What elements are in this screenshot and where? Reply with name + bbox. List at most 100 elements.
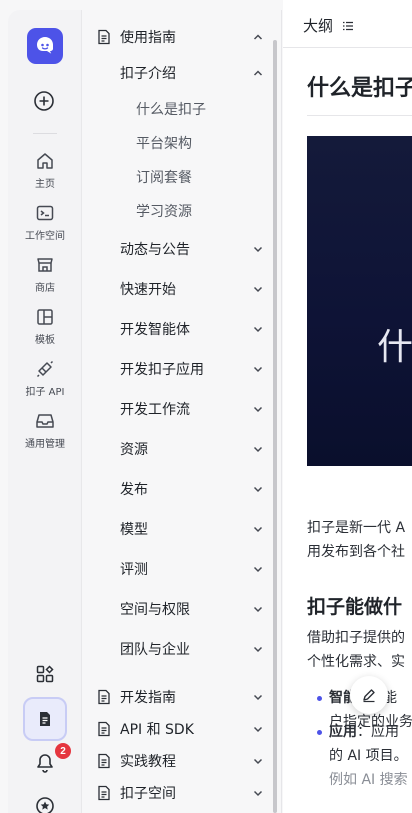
chevron-up-icon bbox=[253, 70, 263, 76]
nav-group-models[interactable]: 模型 bbox=[82, 514, 278, 544]
nav-item-label: 订阅套餐 bbox=[136, 170, 192, 186]
nav-group-intro[interactable]: 扣子介绍 bbox=[82, 58, 278, 88]
nav-item-learning[interactable]: 学习资源 bbox=[82, 196, 278, 226]
nav-item-architecture[interactable]: 平台架构 bbox=[82, 128, 278, 158]
nav-group-label: 评测 bbox=[120, 562, 148, 578]
page-title: 什么是扣子 bbox=[307, 76, 412, 101]
nav-item-label: 学习资源 bbox=[136, 204, 192, 220]
doc-icon bbox=[98, 29, 110, 45]
chevron-up-icon bbox=[253, 34, 263, 40]
section-paragraph-line: 借助扣子提供的 bbox=[307, 630, 405, 646]
section-paragraph-line: 个性化需求、实 bbox=[307, 654, 405, 670]
inbox-icon bbox=[36, 414, 54, 428]
hero-text: 什 bbox=[377, 327, 412, 368]
nav-group-publish[interactable]: 发布 bbox=[82, 474, 278, 504]
rail-label: 商店 bbox=[35, 283, 55, 294]
nav-group-label: 快速开始 bbox=[120, 282, 176, 298]
add-icon[interactable] bbox=[33, 90, 55, 112]
nav-group-teams[interactable]: 团队与企业 bbox=[82, 634, 278, 664]
notification-badge: 2 bbox=[55, 743, 71, 759]
chevron-down-icon bbox=[253, 286, 263, 293]
bullet-item-app: 应用：应用 bbox=[329, 720, 399, 744]
nav-group-permissions[interactable]: 空间与权限 bbox=[82, 594, 278, 624]
chevron-down-icon bbox=[253, 606, 263, 613]
chevron-down-icon bbox=[253, 694, 263, 701]
bullet-line: 的 AI 项目。 bbox=[329, 748, 408, 764]
chevron-down-icon bbox=[253, 726, 263, 733]
nav-group-evaluation[interactable]: 评测 bbox=[82, 554, 278, 584]
outline-toggle[interactable]: 大纲 bbox=[303, 15, 354, 36]
outline-label: 大纲 bbox=[303, 17, 334, 35]
rail-item-settings[interactable]: 通用管理 bbox=[8, 411, 82, 450]
api-icon bbox=[36, 360, 54, 378]
nav-section-label: 开发指南 bbox=[120, 690, 176, 706]
nav-group-workflows[interactable]: 开发工作流 bbox=[82, 394, 278, 424]
nav-group-apps[interactable]: 开发扣子应用 bbox=[82, 354, 278, 384]
nav-item-what-is-coze[interactable]: 什么是扣子 bbox=[82, 94, 278, 124]
document-icon bbox=[40, 712, 50, 726]
profile-button[interactable] bbox=[8, 796, 82, 813]
docs-button[interactable] bbox=[23, 697, 67, 741]
chevron-down-icon bbox=[253, 246, 263, 253]
nav-item-label: 平台架构 bbox=[136, 136, 192, 152]
bell-icon bbox=[37, 754, 53, 773]
chevron-down-icon bbox=[253, 486, 263, 493]
chevron-down-icon bbox=[253, 790, 263, 797]
nav-group-label: 发布 bbox=[120, 482, 148, 498]
chevron-down-icon bbox=[253, 366, 263, 373]
notifications-button[interactable] bbox=[8, 752, 82, 778]
rail-item-store[interactable]: 商店 bbox=[8, 255, 82, 294]
doc-icon bbox=[98, 785, 110, 801]
chevron-down-icon bbox=[253, 326, 263, 333]
nav-section-usage-guide[interactable]: 使用指南 bbox=[82, 22, 278, 52]
chevron-down-icon bbox=[253, 566, 263, 573]
nav-group-label: 开发扣子应用 bbox=[120, 362, 204, 378]
rail-item-home[interactable]: 主页 bbox=[8, 151, 82, 190]
apps-grid-icon bbox=[36, 665, 54, 683]
doc-icon bbox=[98, 753, 110, 769]
nav-group-quickstart[interactable]: 快速开始 bbox=[82, 274, 278, 304]
rail-item-workspace[interactable]: 工作空间 bbox=[8, 203, 82, 242]
rail-item-templates[interactable]: 模板 bbox=[8, 307, 82, 346]
star-badge-icon bbox=[36, 797, 54, 813]
coze-logo-icon[interactable] bbox=[27, 28, 63, 64]
edit-floating-button[interactable] bbox=[350, 676, 388, 714]
rail-divider bbox=[33, 133, 57, 134]
nav-group-resources[interactable]: 资源 bbox=[82, 434, 278, 464]
list-icon bbox=[342, 21, 353, 31]
terminal-icon bbox=[36, 205, 54, 221]
nav-item-label: 什么是扣子 bbox=[136, 102, 206, 118]
nav-group-news[interactable]: 动态与公告 bbox=[82, 234, 278, 264]
nav-section-label: 使用指南 bbox=[120, 30, 176, 46]
chevron-down-icon bbox=[253, 526, 263, 533]
doc-icon bbox=[98, 721, 110, 737]
section-heading: 扣子能做什 bbox=[307, 596, 403, 618]
nav-group-label: 扣子介绍 bbox=[120, 66, 176, 82]
bullet-text: ：应用 bbox=[357, 724, 399, 740]
nav-group-label: 团队与企业 bbox=[120, 642, 190, 658]
intro-paragraph-line: 扣子是新一代 A bbox=[307, 520, 406, 536]
bullet-dot bbox=[317, 696, 322, 701]
rail-label: 通用管理 bbox=[25, 439, 65, 450]
template-icon bbox=[37, 309, 53, 325]
rail-item-api[interactable]: 扣子 API bbox=[8, 359, 82, 398]
nav-section-api-sdk[interactable]: API 和 SDK bbox=[82, 714, 278, 744]
nav-item-pricing[interactable]: 订阅套餐 bbox=[82, 162, 278, 192]
doc-icon bbox=[98, 689, 110, 705]
nav-group-label: 动态与公告 bbox=[120, 242, 190, 258]
nav-section-dev-guide[interactable]: 开发指南 bbox=[82, 682, 278, 712]
nav-group-agents[interactable]: 开发智能体 bbox=[82, 314, 278, 344]
apps-grid-button[interactable] bbox=[8, 664, 82, 688]
chevron-down-icon bbox=[253, 406, 263, 413]
nav-section-coze-space[interactable]: 扣子空间 bbox=[82, 778, 278, 808]
nav-group-label: 空间与权限 bbox=[120, 602, 190, 618]
home-icon bbox=[37, 153, 53, 169]
bullet-dot bbox=[317, 730, 322, 735]
rail-label: 工作空间 bbox=[25, 231, 65, 242]
rail-label: 模板 bbox=[35, 335, 55, 346]
chevron-down-icon bbox=[253, 758, 263, 765]
docs-nav-panel: 使用指南 扣子介绍 什么是扣子 平台架构 订阅套餐 学习资源 动态与公告 快速开… bbox=[82, 10, 282, 813]
nav-group-label: 开发智能体 bbox=[120, 322, 190, 338]
nav-section-tutorials[interactable]: 实践教程 bbox=[82, 746, 278, 776]
store-icon bbox=[37, 258, 53, 272]
